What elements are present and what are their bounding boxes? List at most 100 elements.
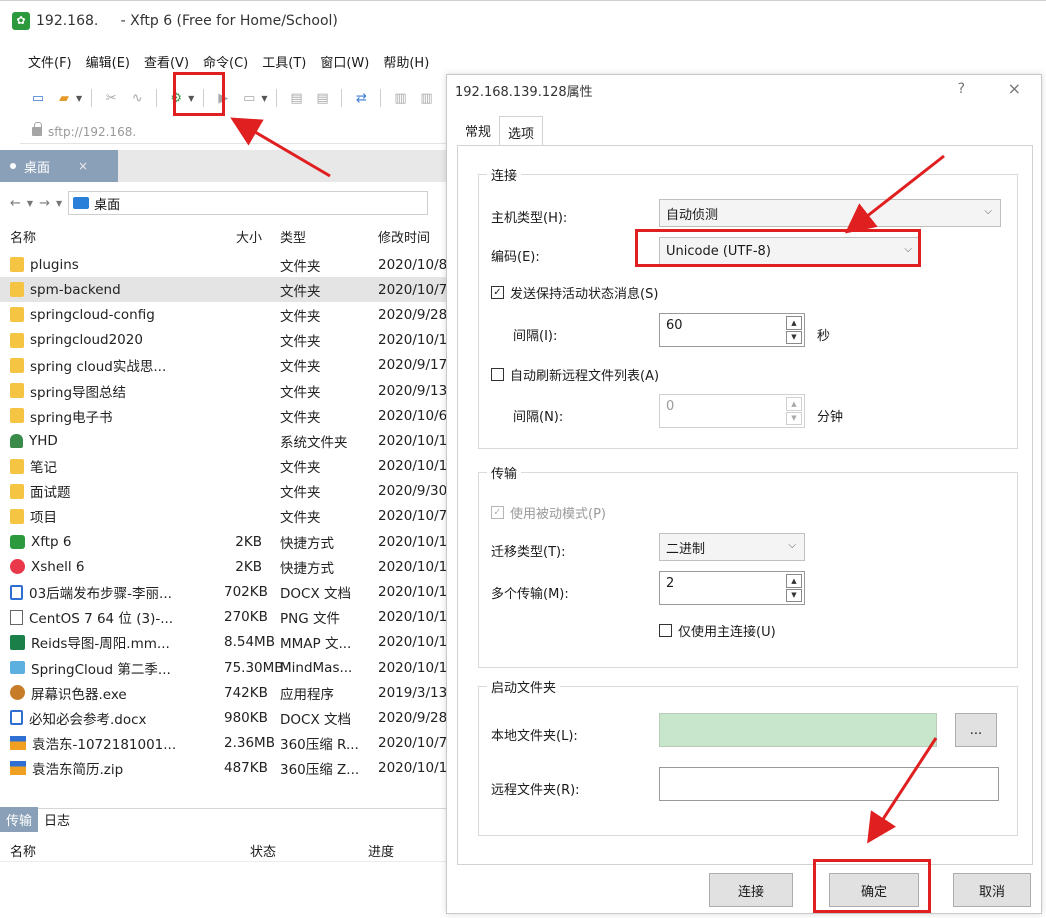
file-modified: 2020/10/7	[378, 508, 448, 525]
new-session-icon[interactable]: ▭	[28, 88, 48, 108]
file-row[interactable]: 笔记 文件夹 2020/10/1	[0, 454, 460, 479]
chevron-down-icon[interactable]: ▼	[56, 199, 62, 208]
stepper-buttons[interactable]: ▲ ▼	[786, 574, 802, 602]
file-name: 面试题	[30, 485, 71, 502]
file-row[interactable]: Xftp 6 2KB 快捷方式 2020/10/1	[0, 529, 460, 554]
file-row[interactable]: CentOS 7 64 位 (3)-... 270KB PNG 文件 2020/10/…	[0, 605, 460, 630]
file-row[interactable]: spring电子书 文件夹 2020/10/6	[0, 403, 460, 428]
file-size: 75.30MB	[224, 659, 284, 676]
file-row[interactable]: spm-backend 文件夹 2020/10/7	[0, 277, 460, 303]
chevron-down-icon[interactable]: ▼	[261, 94, 267, 103]
menu-tools[interactable]: 工具(T)	[262, 52, 306, 71]
file-row[interactable]: 袁浩东-1072181001... 2.36MB 360压缩 R... 2020/10…	[0, 731, 460, 756]
file-name-cell: 袁浩东-1072181001...	[0, 733, 224, 753]
file-row[interactable]: spring cloud实战思... 文件夹 2020/9/17	[0, 353, 460, 378]
transfer-icon[interactable]: ⇄	[351, 88, 371, 108]
close-icon[interactable]: ×	[78, 159, 88, 173]
column-header-status[interactable]: 状态	[250, 841, 368, 860]
chevron-down-icon[interactable]: ▼	[786, 330, 802, 344]
multi-transfer-stepper[interactable]: 2 ▲ ▼	[659, 571, 805, 605]
chevron-down-icon[interactable]: ▼	[76, 94, 82, 103]
close-icon[interactable]: ×	[1008, 79, 1021, 98]
column-header-name[interactable]: 名称	[0, 227, 224, 246]
file-row[interactable]: springcloud2020 文件夹 2020/10/1	[0, 328, 460, 353]
file-row[interactable]: SpringCloud 第二季... 75.30MB MindMas... 2020/…	[0, 655, 460, 680]
window-title: 192.168. - Xftp 6 (Free for Home/School)	[36, 12, 338, 29]
chevron-down-icon[interactable]: ▼	[786, 411, 802, 425]
chevron-down-icon[interactable]: ▼	[27, 199, 33, 208]
chevron-down-icon[interactable]: ▼	[786, 588, 802, 602]
file-icon[interactable]: ▤	[286, 88, 306, 108]
auto-refresh-checkbox[interactable]: 自动刷新远程文件列表(A)	[491, 365, 659, 384]
file-name: springcloud2020	[30, 332, 143, 349]
transfer-type-select[interactable]: 二进制 ⌵	[659, 533, 805, 561]
address-bar[interactable]: sftp://192.168.	[20, 120, 460, 144]
tab-transfer[interactable]: 传输	[0, 807, 39, 832]
stepper-buttons[interactable]: ▲ ▼	[786, 316, 802, 344]
chevron-up-icon[interactable]: ▲	[786, 397, 802, 411]
doc-icon	[10, 584, 23, 600]
menu-view[interactable]: 查看(V)	[144, 52, 189, 71]
file-type: 文件夹	[280, 510, 321, 527]
file-row[interactable]: 必知必会参考.docx 980KB DOCX 文档 2020/9/28	[0, 705, 460, 730]
file-size: 270KB	[224, 609, 268, 626]
print-icon[interactable]: ▥	[390, 88, 410, 108]
file-size: 980KB	[224, 709, 268, 726]
file-row[interactable]: 袁浩东简历.zip 487KB 360压缩 Z... 2020/10/1	[0, 756, 460, 781]
help-icon[interactable]: ?	[958, 81, 965, 97]
menu-file[interactable]: 文件(F)	[28, 52, 72, 71]
menu-window[interactable]: 窗口(W)	[320, 52, 369, 71]
file-icon[interactable]: ▤	[312, 88, 332, 108]
file-row[interactable]: YHD 系统文件夹 2020/10/1	[0, 428, 460, 453]
menu-edit[interactable]: 编辑(E)	[86, 52, 130, 71]
menu-help[interactable]: 帮助(H)	[383, 52, 429, 71]
remote-folder-input[interactable]	[659, 767, 999, 801]
tab-options[interactable]: 选项	[499, 116, 544, 146]
file-name: YHD	[29, 432, 58, 449]
reconnect-icon[interactable]: ∿	[127, 88, 147, 108]
cancel-button[interactable]: 取消	[953, 873, 1031, 907]
file-modified: 2020/9/28	[378, 709, 448, 726]
file-row[interactable]: 面试题 文件夹 2020/9/30	[0, 479, 460, 504]
host-type-label: 主机类型(H):	[491, 211, 568, 226]
column-header-size[interactable]: 大小	[224, 227, 270, 246]
file-row[interactable]: Reids导图-周阳.mm... 8.54MB MMAP 文... 2020/10/1	[0, 630, 460, 655]
properties-highlight-box	[173, 72, 225, 116]
forward-arrow-icon[interactable]: →	[39, 196, 50, 211]
file-row[interactable]: 屏幕识色器.exe 742KB 应用程序 2019/3/13	[0, 680, 460, 705]
file-row[interactable]: springcloud-config 文件夹 2020/9/28	[0, 302, 460, 327]
file-row[interactable]: spring导图总结 文件夹 2020/9/13	[0, 378, 460, 403]
file-row[interactable]: plugins 文件夹 2020/10/8	[0, 252, 460, 277]
local-folder-input[interactable]	[659, 713, 937, 747]
file-type: 快捷方式	[280, 560, 334, 577]
host-type-select[interactable]: 自动侦测 ⌵	[659, 199, 1001, 227]
column-header-type[interactable]: 类型	[270, 227, 366, 246]
file-size: 487KB	[224, 760, 268, 777]
browse-button[interactable]: ...	[955, 713, 997, 747]
column-header-modified[interactable]: 修改时间	[366, 227, 450, 246]
back-arrow-icon[interactable]: ←	[10, 196, 21, 211]
tab-general[interactable]: 常规	[457, 115, 499, 145]
menu-command[interactable]: 命令(C)	[203, 52, 248, 71]
file-row[interactable]: 项目 文件夹 2020/10/7	[0, 504, 460, 529]
file-row[interactable]: 03后端发布步骤-李丽... 702KB DOCX 文档 2020/10/1	[0, 579, 460, 604]
print-icon[interactable]: ▥	[416, 88, 436, 108]
passive-mode-checkbox[interactable]: ✓ 使用被动模式(P)	[491, 503, 606, 522]
chevron-up-icon[interactable]: ▲	[786, 316, 802, 330]
tab-log[interactable]: 日志	[38, 807, 76, 832]
file-row[interactable]: Xshell 6 2KB 快捷方式 2020/10/1	[0, 554, 460, 579]
refresh-interval-stepper[interactable]: 0 ▲ ▼	[659, 394, 805, 428]
layout-icon[interactable]: ▭	[239, 88, 259, 108]
stepper-buttons[interactable]: ▲ ▼	[786, 397, 802, 425]
path-input[interactable]: 桌面	[68, 191, 429, 215]
disconnect-icon[interactable]: ✂	[101, 88, 121, 108]
open-folder-icon[interactable]: ▰	[54, 88, 74, 108]
main-connection-only-checkbox[interactable]: 仅使用主连接(U)	[659, 621, 776, 640]
column-header-name[interactable]: 名称	[0, 841, 250, 860]
connect-button[interactable]: 连接	[709, 873, 793, 907]
chevron-up-icon[interactable]: ▲	[786, 574, 802, 588]
session-tab-desktop[interactable]: 桌面 ×	[0, 150, 118, 182]
column-header-progress[interactable]: 进度	[368, 841, 448, 860]
interval-stepper[interactable]: 60 ▲ ▼	[659, 313, 805, 347]
keepalive-checkbox[interactable]: ✓ 发送保持活动状态消息(S)	[491, 283, 658, 302]
